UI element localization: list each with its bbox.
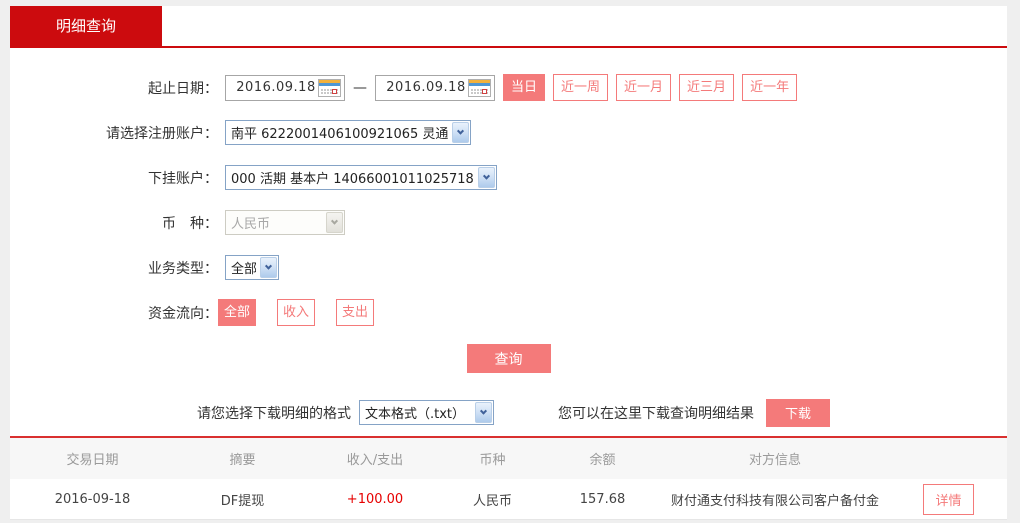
fund-flow-expense-button[interactable]: 支出 xyxy=(336,299,374,326)
table-header-row: 交易日期 摘要 收入/支出 币种 余额 对方信息 xyxy=(10,438,1007,479)
registered-account-label: 请选择注册账户： xyxy=(106,125,218,142)
fund-flow-label: 资金流向： xyxy=(148,305,218,322)
end-date-value: 2016.09.18 xyxy=(386,80,466,95)
cell-summary: DF提现 xyxy=(220,493,265,509)
header-summary: 摘要 xyxy=(229,453,256,468)
registered-account-select[interactable]: 南平 6222001406100921065 灵通卡 xyxy=(225,120,471,145)
fund-flow-income-button[interactable]: 收入 xyxy=(277,299,315,326)
period-last-month-button[interactable]: 近一月 xyxy=(616,74,672,101)
calendar-icon[interactable] xyxy=(318,78,341,97)
fund-flow-row: 资金流向： 全部 收入 支出 xyxy=(10,299,1007,326)
cell-currency: 人民币 xyxy=(472,493,512,509)
cell-income-expense: +100.00 xyxy=(346,491,404,507)
results-table: 交易日期 摘要 收入/支出 币种 余额 对方信息 2016-09-18 DF提现… xyxy=(10,436,1007,520)
period-last-year-button[interactable]: 近一年 xyxy=(742,74,798,101)
download-format-value: 文本格式（.txt） xyxy=(365,407,466,422)
query-form: 起止日期： 2016.09.18 — 2016.09.18 当日 近一周 近一月… xyxy=(10,48,1007,427)
business-type-label: 业务类型： xyxy=(148,260,218,277)
header-transaction-date: 交易日期 xyxy=(66,453,119,468)
calendar-icon[interactable] xyxy=(468,78,491,97)
period-last-3-months-button[interactable]: 近三月 xyxy=(679,74,735,101)
cell-balance: 157.68 xyxy=(579,491,626,507)
download-format-label: 请您选择下载明细的格式 xyxy=(197,405,351,422)
currency-row: 币 种： 人民币 xyxy=(10,209,1007,236)
date-range-separator: — xyxy=(353,79,367,96)
business-type-select[interactable]: 全部 xyxy=(225,255,279,280)
cell-counterparty: 财付通支付科技有限公司客户备付金 xyxy=(670,493,879,509)
registered-account-value: 南平 6222001406100921065 灵通卡 xyxy=(231,127,448,142)
currency-select: 人民币 xyxy=(225,210,345,235)
chevron-down-icon xyxy=(260,257,277,278)
period-today-button[interactable]: 当日 xyxy=(503,74,546,101)
date-range-row: 起止日期： 2016.09.18 — 2016.09.18 当日 近一周 近一月… xyxy=(10,74,1007,101)
period-last-week-button[interactable]: 近一周 xyxy=(553,74,609,101)
linked-account-select[interactable]: 000 活期 基本户 1406600101102571848 xyxy=(225,165,497,190)
cell-transaction-date: 2016-09-18 xyxy=(54,491,131,507)
business-type-row: 业务类型： 全部 xyxy=(10,254,1007,281)
chevron-down-icon xyxy=(326,212,343,233)
currency-value: 人民币 xyxy=(231,217,271,232)
download-button[interactable]: 下载 xyxy=(766,398,830,427)
linked-account-label: 下挂账户： xyxy=(148,170,218,187)
cell-action: 详情 xyxy=(890,483,1007,515)
date-range-label: 起止日期： xyxy=(148,80,218,97)
tab-detail-query[interactable]: 明细查询 xyxy=(10,6,162,46)
chevron-down-icon xyxy=(478,167,495,188)
fund-flow-all-button[interactable]: 全部 xyxy=(218,299,256,326)
download-row: 请您选择下载明细的格式 文本格式（.txt） 您可以在这里下载查询明细结果 下载 xyxy=(197,398,1007,427)
linked-account-value: 000 活期 基本户 1406600101102571848 xyxy=(231,172,474,187)
detail-button[interactable]: 详情 xyxy=(923,483,974,515)
content-panel: 明细查询 起止日期： 2016.09.18 — 2016.09.18 当日 近一… xyxy=(10,6,1007,520)
query-button[interactable]: 查询 xyxy=(466,344,551,373)
header-currency: 币种 xyxy=(479,453,506,468)
chevron-down-icon xyxy=(475,402,492,423)
calendar-selected-day xyxy=(482,88,487,94)
chevron-down-icon xyxy=(452,122,469,143)
header-counterparty: 对方信息 xyxy=(748,453,801,468)
linked-account-row: 下挂账户： 000 活期 基本户 1406600101102571848 xyxy=(10,164,1007,191)
start-date-value: 2016.09.18 xyxy=(236,80,316,95)
calendar-selected-day xyxy=(332,88,337,94)
end-date-input[interactable]: 2016.09.18 xyxy=(375,74,495,101)
start-date-input[interactable]: 2016.09.18 xyxy=(225,74,345,101)
registered-account-row: 请选择注册账户： 南平 6222001406100921065 灵通卡 xyxy=(10,119,1007,146)
table-row: 2016-09-18 DF提现 +100.00 人民币 157.68 财付通支付… xyxy=(10,479,1007,520)
currency-label: 币 种： xyxy=(162,215,218,232)
header-income-expense: 收入/支出 xyxy=(346,453,404,468)
header-balance: 余额 xyxy=(589,453,616,468)
download-hint-text: 您可以在这里下载查询明细结果 xyxy=(558,405,754,422)
download-format-select[interactable]: 文本格式（.txt） xyxy=(359,400,494,425)
tab-bar: 明细查询 xyxy=(10,6,1007,48)
business-type-value: 全部 xyxy=(231,262,256,277)
